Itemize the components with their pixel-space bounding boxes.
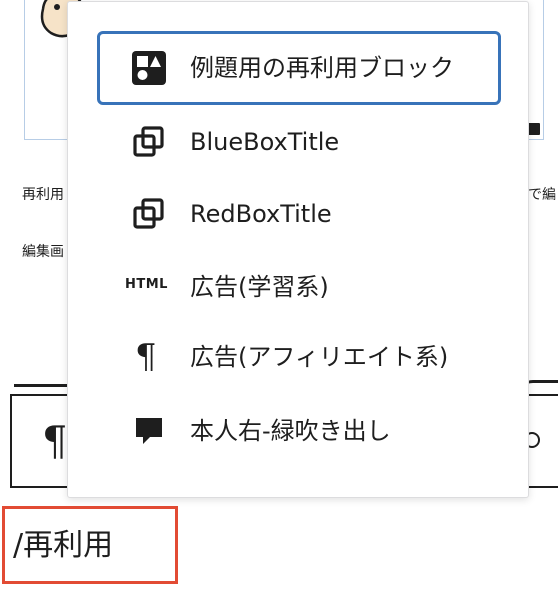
paragraph-icon[interactable]: ¶ <box>42 418 67 466</box>
slash-command-input-highlight[interactable]: /再利用 <box>2 506 178 584</box>
paragraph-text: で編 <box>528 187 556 203</box>
speech-bubble-icon <box>136 418 162 444</box>
paragraph-icon: ¶ <box>135 337 157 377</box>
resize-handle[interactable] <box>528 123 540 135</box>
option-label: 広告(アフィリエイト系) <box>190 343 449 371</box>
option-label: BlueBoxTitle <box>190 128 340 156</box>
inserter-option-ad-learning[interactable]: HTML 広告(学習系) <box>97 250 501 324</box>
option-label: 広告(学習系) <box>190 273 329 301</box>
inserter-option-speech-bubble[interactable]: 本人右-緑吹き出し <box>97 394 501 468</box>
reusable-duplicate-icon <box>133 198 164 229</box>
slash-command-text: /再利用 <box>13 528 114 563</box>
paragraph-text: 再利用 <box>22 187 64 203</box>
option-label: RedBoxTitle <box>190 200 332 228</box>
paragraph-text: 編集画 <box>22 244 64 260</box>
inserter-option-ad-affiliate[interactable]: ¶ 広告(アフィリエイト系) <box>97 320 501 394</box>
reusable-block-icon <box>132 51 166 85</box>
inserter-option-reusable-example[interactable]: 例題用の再利用ブロック <box>97 31 501 105</box>
inserter-option-redboxtitle[interactable]: RedBoxTitle <box>97 177 501 251</box>
option-label: 本人右-緑吹き出し <box>190 417 391 445</box>
option-label: 例題用の再利用ブロック <box>190 54 454 82</box>
block-inserter-popover: 例題用の再利用ブロック BlueBoxTitle RedBoxTitle HTM… <box>67 1 529 498</box>
html-icon: HTML <box>125 277 168 292</box>
inserter-option-blueboxtitle[interactable]: BlueBoxTitle <box>97 105 501 179</box>
reusable-duplicate-icon <box>133 126 164 157</box>
